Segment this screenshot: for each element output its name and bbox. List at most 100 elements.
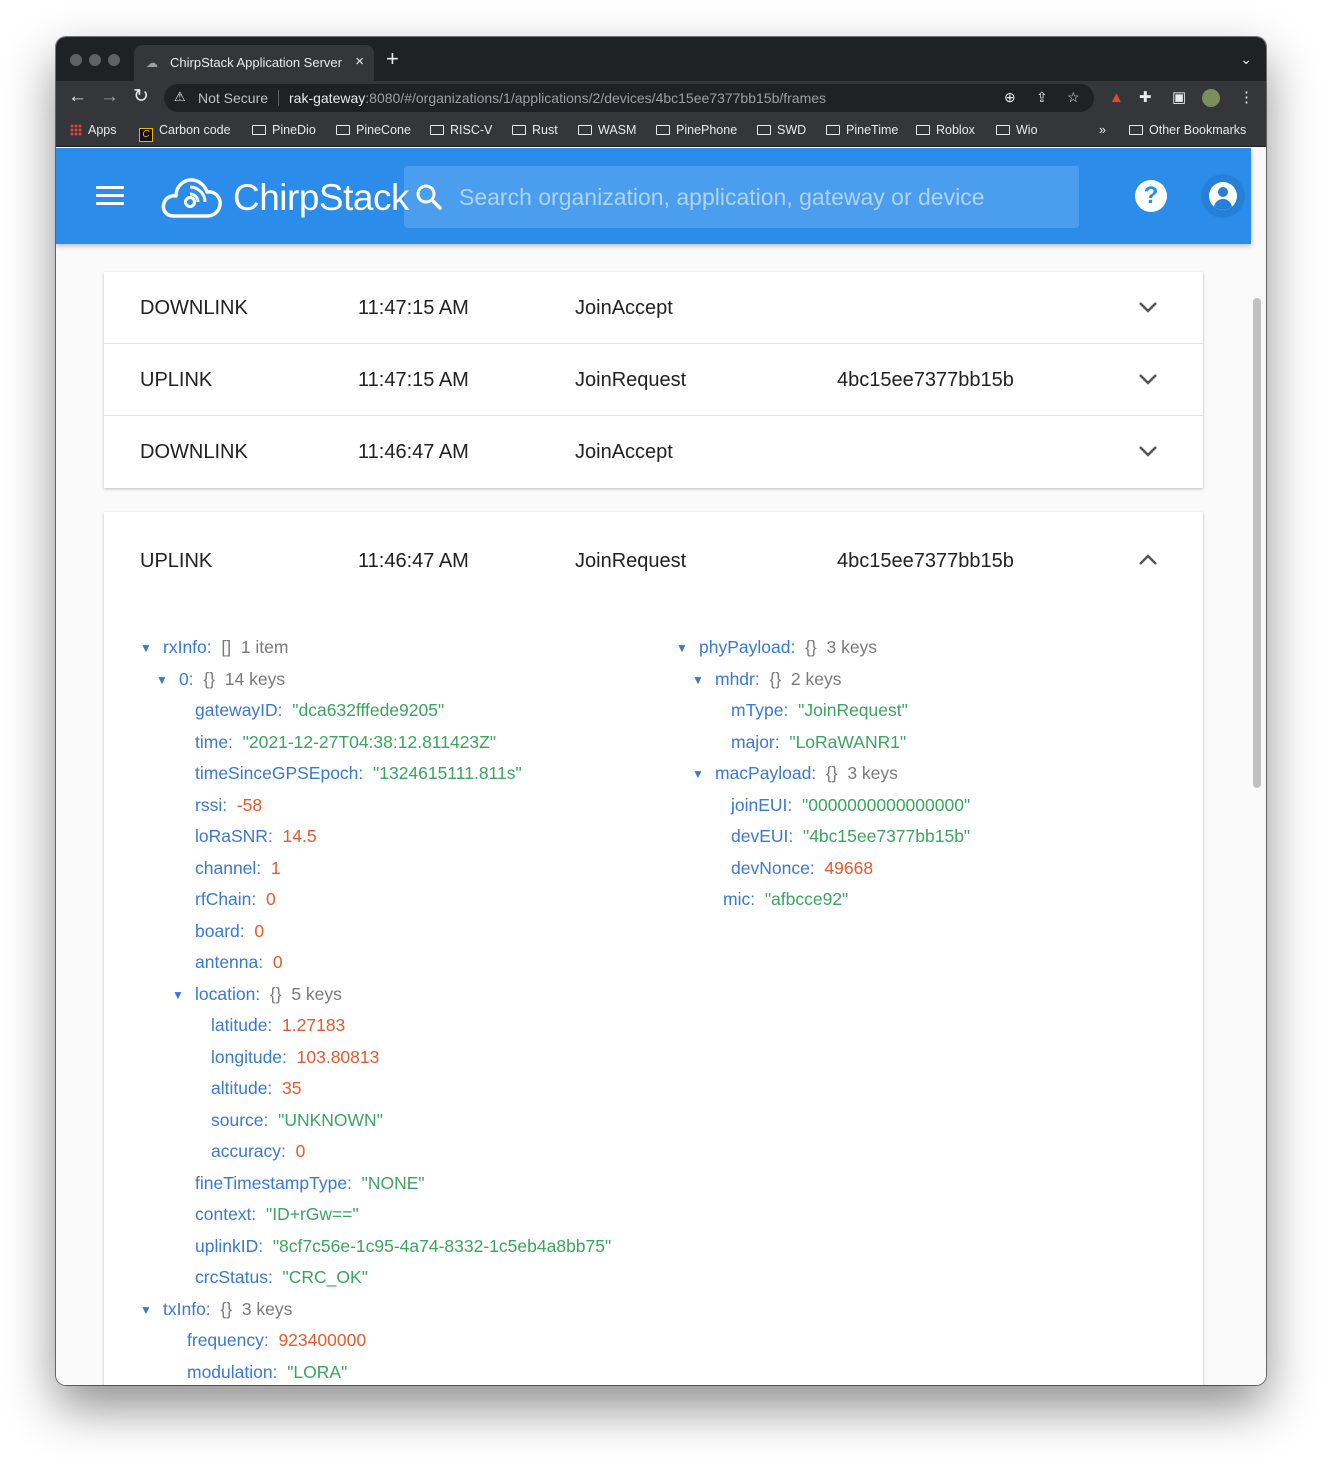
url-path: :8080/#/organizations/1/applications/2/d… — [365, 90, 827, 106]
json-key: board: — [195, 920, 245, 941]
json-value: 0 — [295, 1141, 306, 1161]
expand-triangle-icon[interactable]: ▼ — [676, 633, 688, 665]
puzzle-icon[interactable]: ✚ — [1139, 90, 1152, 106]
profile-avatar-icon[interactable] — [1202, 89, 1220, 107]
bookmark-carbon-code[interactable]: C Carbon code — [139, 123, 231, 142]
chirpstack-cloud-icon — [161, 178, 222, 218]
json-value: "0000000000000000" — [802, 794, 971, 815]
json-key: channel: — [195, 857, 262, 878]
json-value: "LORA" — [287, 1361, 348, 1382]
json-key: location: — [195, 983, 261, 1004]
bookmark-pinedio[interactable]: PineDio — [252, 123, 316, 137]
chevron-up-icon[interactable] — [1137, 549, 1159, 571]
json-key: fineTimestampType: — [195, 1172, 352, 1193]
json-meta: {} 3 keys — [805, 637, 878, 657]
security-label: Not Secure — [198, 90, 269, 106]
forward-arrow-icon[interactable]: → — [100, 86, 119, 108]
chevron-down-icon[interactable] — [1137, 368, 1159, 390]
bookmark-pinetime[interactable]: PineTime — [826, 123, 898, 137]
sidebar-icon[interactable]: ▣ — [1172, 90, 1186, 106]
close-tab-icon[interactable]: × — [355, 53, 364, 70]
bookmarks-overflow-button[interactable]: » — [1099, 123, 1106, 137]
expand-triangle-icon[interactable]: ▼ — [156, 665, 168, 697]
folder-icon — [512, 125, 526, 135]
carbon-logo-icon: C — [139, 128, 153, 142]
minimize-window-dot[interactable] — [89, 54, 101, 66]
frame-type: JoinAccept — [575, 297, 673, 319]
folder-icon — [430, 125, 444, 135]
json-value: "LoRaWANR1" — [789, 731, 907, 752]
bookmark-swd[interactable]: SWD — [757, 123, 806, 137]
json-value: "2021-12-27T04:38:12.811423Z" — [242, 731, 497, 752]
new-tab-button[interactable]: + — [386, 48, 399, 70]
bookmark-rust[interactable]: Rust — [512, 123, 558, 137]
json-key: accuracy: — [211, 1141, 286, 1161]
json-value: 0 — [272, 952, 283, 972]
expand-triangle-icon[interactable]: ▼ — [692, 759, 704, 791]
zoom-icon[interactable]: ⊕ — [1004, 89, 1016, 106]
account-circle-icon — [1209, 182, 1237, 210]
json-key: mic: — [723, 889, 756, 909]
page-scrollbar[interactable] — [1253, 298, 1261, 788]
maximize-window-dot[interactable] — [108, 54, 120, 66]
user-account-button[interactable] — [1201, 174, 1245, 218]
json-value: 0 — [254, 920, 265, 941]
frame-row-expanded[interactable]: UPLINK 11:46:47 AM JoinRequest 4bc15ee73… — [104, 512, 1203, 610]
browser-tab[interactable]: ☁ ChirpStack Application Server × — [134, 45, 374, 81]
json-key: devNonce: — [731, 857, 815, 878]
help-button[interactable]: ? — [1135, 180, 1167, 212]
frame-type: JoinRequest — [575, 550, 687, 572]
json-key: crcStatus: — [195, 1267, 273, 1287]
expand-triangle-icon[interactable]: ▼ — [172, 980, 184, 1012]
reload-icon[interactable]: ↻ — [133, 86, 149, 108]
json-key: loRaSNR: — [195, 826, 273, 846]
json-value: 1.27183 — [282, 1015, 346, 1035]
back-arrow-icon[interactable]: ← — [68, 86, 87, 108]
expand-triangle-icon[interactable]: ▼ — [140, 633, 152, 665]
frame-direction: UPLINK — [140, 550, 213, 572]
hamburger-menu-icon[interactable] — [96, 186, 124, 206]
bookmark-pinephone[interactable]: PinePhone — [656, 123, 737, 137]
search-input[interactable]: Search organization, application, gatewa… — [459, 184, 985, 211]
json-value: "afbcce92" — [764, 889, 849, 909]
json-value: "ID+rGw==" — [266, 1204, 359, 1224]
bookmark-wasm[interactable]: WASM — [578, 123, 636, 137]
frame-time: 11:46:47 AM — [358, 550, 469, 572]
frame-time: 11:46:47 AM — [358, 441, 469, 463]
extension-lighthouse-icon[interactable]: ▲ — [1109, 90, 1124, 106]
close-window-dot[interactable] — [70, 54, 82, 66]
frame-row[interactable]: UPLINK 11:47:15 AM JoinRequest 4bc15ee73… — [104, 344, 1203, 416]
address-bar[interactable]: ⚠ Not Secure rak-gateway:8080/#/organiza… — [164, 84, 1094, 112]
chevron-down-icon[interactable] — [1137, 440, 1159, 462]
expand-triangle-icon[interactable]: ▼ — [140, 1295, 152, 1327]
frame-row[interactable]: DOWNLINK 11:46:47 AM JoinAccept — [104, 416, 1203, 488]
brand-name: ChirpStack — [233, 177, 409, 218]
bookmark-wio[interactable]: Wio — [996, 123, 1038, 137]
url-host: rak-gateway — [289, 90, 366, 106]
chevron-down-icon[interactable] — [1137, 296, 1159, 318]
bookmark-other-bookmarks[interactable]: Other Bookmarks — [1129, 123, 1246, 137]
json-value: -58 — [236, 794, 263, 815]
json-meta: {} 3 keys — [220, 1298, 293, 1319]
bookmark-pinecone[interactable]: PineCone — [336, 123, 411, 137]
bookmark-roblox[interactable]: Roblox — [916, 123, 975, 137]
star-icon[interactable]: ☆ — [1067, 89, 1080, 106]
json-key: phyPayload: — [699, 637, 796, 657]
frame-row[interactable]: DOWNLINK 11:47:15 AM JoinAccept — [104, 272, 1203, 344]
frame-direction: DOWNLINK — [140, 441, 248, 463]
share-icon[interactable]: ⇪ — [1036, 89, 1048, 106]
expand-triangle-icon[interactable]: ▼ — [692, 665, 704, 697]
app-bar: ChirpStack Search organization, applicat… — [56, 148, 1251, 244]
chirpstack-logo[interactable]: ChirpStack — [160, 170, 410, 222]
browser-toolbar: ← → ↻ ⚠ Not Secure rak-gateway:8080/#/or… — [56, 81, 1266, 115]
chevron-down-icon[interactable]: ⌄ — [1240, 51, 1252, 68]
kebab-menu-icon[interactable]: ⋮ — [1239, 90, 1254, 106]
json-key: frequency: — [187, 1330, 269, 1350]
json-meta: {} 5 keys — [269, 983, 342, 1004]
json-key: devEUI: — [731, 826, 794, 846]
bookmark-risc-v[interactable]: RISC-V — [430, 123, 492, 137]
json-key: longitude: — [211, 1046, 287, 1067]
global-search[interactable]: Search organization, application, gatewa… — [404, 166, 1079, 228]
cloud-icon: ☁ — [146, 56, 158, 70]
bookmark-apps[interactable]: Apps — [70, 123, 117, 137]
